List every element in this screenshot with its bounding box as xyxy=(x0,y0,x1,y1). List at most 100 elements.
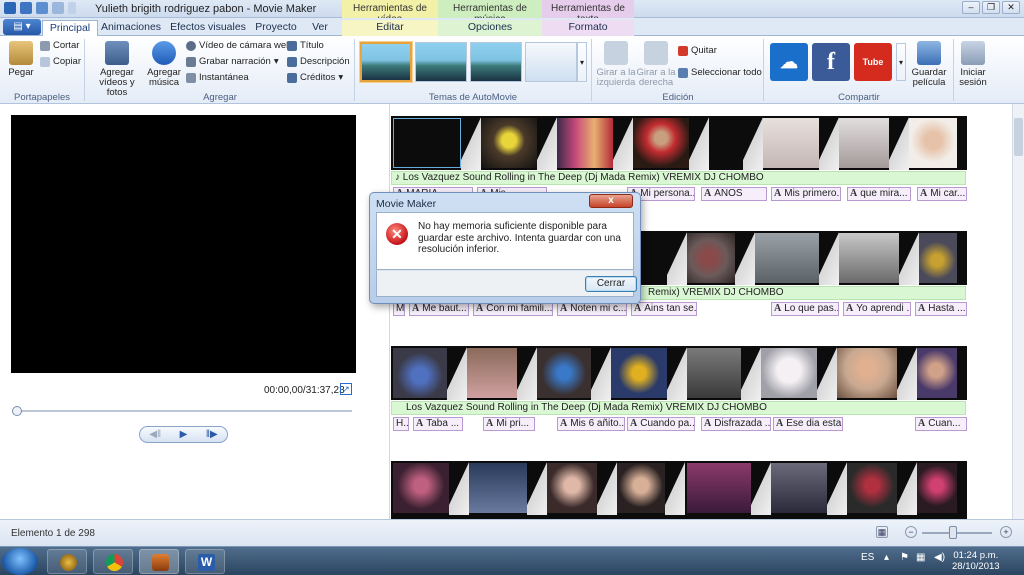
taskbar-chrome[interactable] xyxy=(93,549,133,574)
tab-opciones[interactable]: Opciones xyxy=(438,20,542,36)
caption-item[interactable]: A Hasta ... xyxy=(915,302,967,316)
add-videos-button[interactable]: Agregar vídeos y fotos xyxy=(88,41,146,98)
clip-thumbnail[interactable] xyxy=(839,233,899,283)
app-menu-icon[interactable] xyxy=(4,2,16,14)
caption-item[interactable]: A Con mi famili... xyxy=(473,302,553,316)
caption-item[interactable]: M xyxy=(393,302,405,316)
record-narration-button[interactable]: Grabar narración ▾ xyxy=(186,56,279,67)
scrollbar-thumb[interactable] xyxy=(1014,118,1023,156)
caption-item[interactable]: H... xyxy=(393,417,409,431)
taskbar-wow[interactable] xyxy=(47,549,87,574)
music-track[interactable]: Los Vazquez Sound Rolling in The Deep (D… xyxy=(391,401,966,415)
themes-scroll-button[interactable]: ▾ xyxy=(577,42,587,82)
credits-button[interactable]: Créditos ▾ xyxy=(287,72,343,83)
dialog-close-button[interactable]: x xyxy=(589,194,633,208)
clip-thumbnail[interactable] xyxy=(393,348,447,398)
play-icon[interactable]: ▶ xyxy=(180,429,188,440)
caption-item[interactable]: A Lo que pas... xyxy=(771,302,839,316)
caption-item[interactable]: A Taba ... xyxy=(413,417,463,431)
save-movie-button[interactable]: Guardar película xyxy=(908,41,950,88)
clip-thumbnail[interactable] xyxy=(847,463,897,513)
zoom-out-button[interactable]: − xyxy=(905,526,917,538)
undo-icon[interactable] xyxy=(36,2,48,14)
clip-thumbnail[interactable] xyxy=(771,463,827,513)
automovie-theme-2[interactable] xyxy=(415,42,467,82)
storyboard-view-icon[interactable]: ▦ xyxy=(876,526,888,538)
fullscreen-icon[interactable]: ↗ xyxy=(340,383,352,395)
webcam-button[interactable]: Vídeo de cámara web xyxy=(186,40,291,51)
seek-bar[interactable] xyxy=(12,410,352,412)
select-all-button[interactable]: Seleccionar todo xyxy=(678,67,762,78)
clip-thumbnail[interactable] xyxy=(537,348,591,398)
onedrive-icon[interactable]: ☁ xyxy=(770,43,808,81)
caption-item[interactable]: A Mi pri... xyxy=(483,417,535,431)
clip-thumbnail[interactable] xyxy=(917,463,957,513)
automovie-theme-3[interactable] xyxy=(470,42,522,82)
file-menu-button[interactable]: ▤ ▾ xyxy=(3,19,41,35)
seek-thumb[interactable] xyxy=(12,406,22,416)
redo-icon[interactable] xyxy=(52,2,64,14)
clip-thumbnail[interactable] xyxy=(755,233,821,283)
maximize-button[interactable]: ❐ xyxy=(982,1,1000,14)
automovie-theme-1[interactable] xyxy=(360,42,412,82)
clock[interactable]: 01:24 p.m. 28/10/2013 xyxy=(952,550,1000,572)
share-scroll-button[interactable]: ▾ xyxy=(896,43,906,81)
clip-thumbnail[interactable] xyxy=(917,233,957,283)
clip-thumbnail[interactable] xyxy=(617,463,665,513)
clip-thumbnail[interactable] xyxy=(839,118,895,168)
clip-thumbnail[interactable] xyxy=(393,118,461,168)
pane-splitter[interactable] xyxy=(368,104,390,519)
caption-item[interactable]: A Noten mi c... xyxy=(557,302,627,316)
show-hidden-icons[interactable]: ▴ xyxy=(884,552,889,563)
tab-proyecto[interactable]: Proyecto xyxy=(252,20,300,36)
tab-formato[interactable]: Formato xyxy=(542,20,634,36)
storyboard-scrollbar[interactable] xyxy=(1012,104,1024,519)
tab-ver[interactable]: Ver xyxy=(306,20,334,36)
clip-thumbnail[interactable] xyxy=(481,118,537,168)
caption-item[interactable]: A Mis primero... xyxy=(771,187,841,201)
flag-icon[interactable]: ⚑ xyxy=(900,552,909,563)
caption-item[interactable]: AEse dia esta... xyxy=(773,417,843,431)
zoom-in-button[interactable]: + xyxy=(1000,526,1012,538)
caption-button[interactable]: Descripción xyxy=(287,56,350,67)
rotate-left-button[interactable]: Girar a la izquierda xyxy=(596,41,636,88)
close-dialog-button[interactable]: Cerrar xyxy=(585,276,637,292)
caption-item[interactable]: A Yo aprendi ... xyxy=(843,302,911,316)
clip-thumbnail[interactable] xyxy=(547,463,597,513)
clip-thumbnail[interactable] xyxy=(687,463,751,513)
clip-thumbnail[interactable] xyxy=(687,348,741,398)
network-icon[interactable]: ▦ xyxy=(916,552,925,563)
caption-item[interactable]: Aque mira... xyxy=(847,187,911,201)
minimize-button[interactable]: – xyxy=(962,1,980,14)
youtube-icon[interactable]: Tube xyxy=(854,43,892,81)
clip-thumbnail[interactable] xyxy=(469,463,527,513)
close-window-button[interactable]: ✕ xyxy=(1002,1,1020,14)
sign-in-button[interactable]: Iniciar sesión xyxy=(956,41,990,88)
copy-button[interactable]: Copiar xyxy=(40,56,81,67)
automovie-theme-4[interactable] xyxy=(525,42,577,82)
language-indicator[interactable]: ES xyxy=(861,552,874,563)
caption-item[interactable]: A Cuando pa... xyxy=(627,417,695,431)
qat-dropdown-icon[interactable] xyxy=(68,2,76,14)
snapshot-button[interactable]: Instantánea xyxy=(186,72,249,83)
caption-item[interactable]: A Me baut... xyxy=(409,302,469,316)
title-button[interactable]: Título xyxy=(287,40,324,51)
cut-button[interactable]: Cortar xyxy=(40,40,79,51)
clip-thumbnail[interactable] xyxy=(761,348,817,398)
caption-item[interactable]: A Mi car... xyxy=(917,187,967,201)
clip-thumbnail[interactable] xyxy=(393,463,449,513)
remove-button[interactable]: Quitar xyxy=(678,45,717,56)
tab-animaciones[interactable]: Animaciones xyxy=(100,20,162,36)
start-button[interactable] xyxy=(2,548,38,575)
caption-item[interactable]: A Mis 6 añito... xyxy=(557,417,625,431)
caption-item[interactable]: A Disfrazada ... xyxy=(701,417,771,431)
zoom-slider[interactable] xyxy=(922,532,992,534)
clip-thumbnail[interactable] xyxy=(467,348,517,398)
clip-thumbnail[interactable] xyxy=(837,348,897,398)
clip-thumbnail[interactable] xyxy=(915,348,957,398)
clip-thumbnail[interactable] xyxy=(687,233,735,283)
paste-button[interactable]: Pegar xyxy=(6,41,36,78)
zoom-thumb[interactable] xyxy=(949,526,957,539)
clip-thumbnail[interactable] xyxy=(557,118,613,168)
video-preview[interactable] xyxy=(11,115,356,373)
